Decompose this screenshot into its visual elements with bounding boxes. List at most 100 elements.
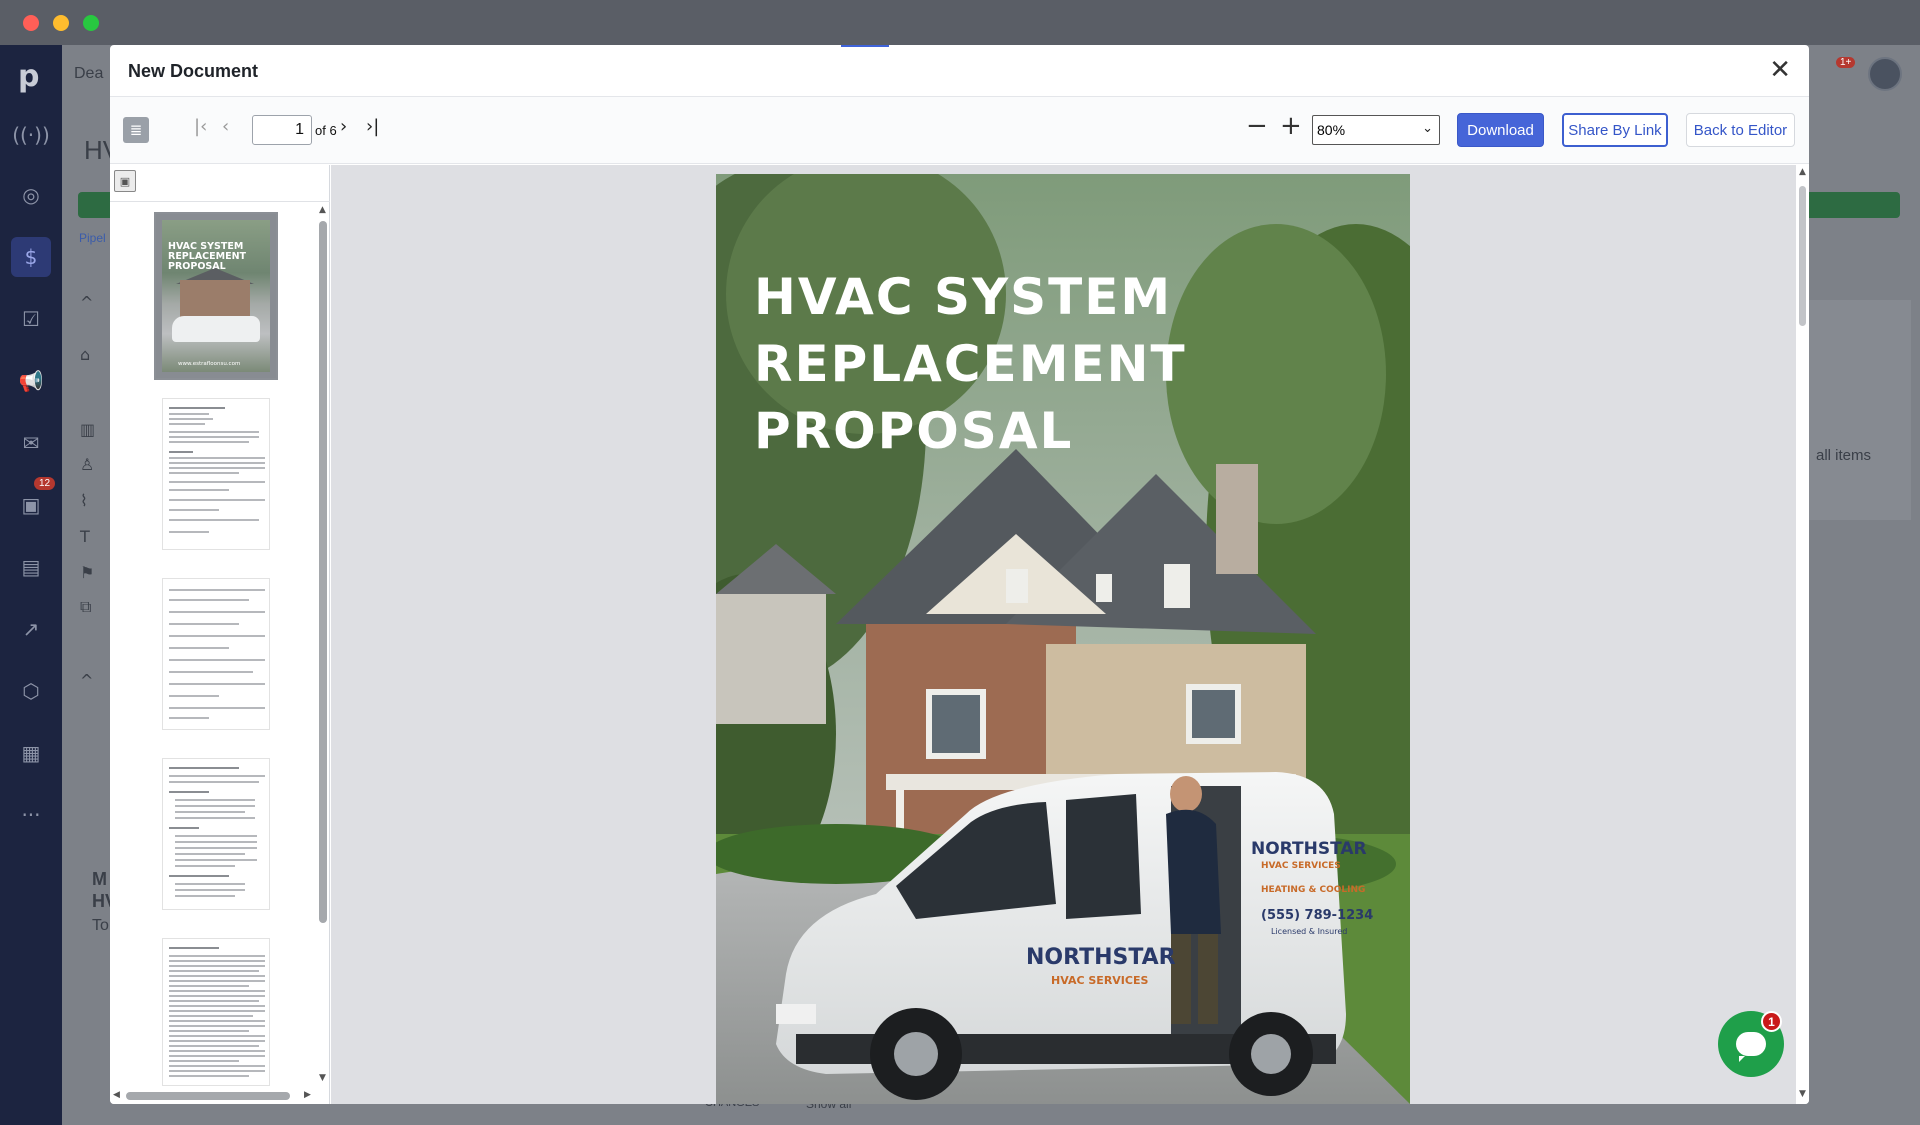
thumbnail-page-1[interactable]: HVAC SYSTEM REPLACEMENT PROPOSAL www.est… bbox=[154, 212, 278, 380]
thumb-line bbox=[169, 775, 265, 777]
window-close-button[interactable] bbox=[23, 15, 39, 31]
thumb-line bbox=[175, 817, 255, 819]
scroll-up-arrow-icon[interactable]: ▲ bbox=[319, 205, 326, 215]
window-maximize-button[interactable] bbox=[83, 15, 99, 31]
zoom-in-icon[interactable]: + bbox=[1280, 111, 1302, 141]
products-icon[interactable]: ⬡ bbox=[11, 671, 51, 711]
more-icon[interactable]: ··· bbox=[11, 795, 51, 835]
thumb-line bbox=[169, 965, 265, 967]
thumb-line bbox=[169, 659, 265, 661]
thumb-line bbox=[169, 1045, 259, 1047]
viewer-scroll-thumb[interactable] bbox=[1799, 186, 1806, 326]
avatar[interactable] bbox=[1868, 57, 1902, 91]
thumb-line bbox=[169, 1010, 265, 1012]
thumb-line bbox=[169, 413, 209, 415]
thumbnail-page-5[interactable] bbox=[162, 938, 270, 1086]
thumb-line bbox=[169, 589, 265, 591]
scroll-left-arrow-icon[interactable]: ◀ bbox=[113, 1090, 120, 1100]
thumb-line bbox=[169, 827, 199, 829]
chat-bubble-icon bbox=[1736, 1032, 1766, 1062]
thumb-line bbox=[169, 599, 249, 601]
thumbnail-sidebar: ▣ HVAC SYSTEM REPLACEMENT PROPOSAL www.e… bbox=[110, 165, 330, 1104]
header-accent-line bbox=[841, 45, 889, 47]
zoom-select[interactable]: 80% ⌄ bbox=[1312, 115, 1440, 145]
share-by-link-button[interactable]: Share By Link bbox=[1562, 113, 1668, 147]
previous-page-icon[interactable]: ‹ bbox=[222, 116, 229, 137]
thumb-line bbox=[175, 895, 235, 897]
close-icon[interactable]: ✕ bbox=[1769, 57, 1791, 83]
document-viewer[interactable]: NORTHSTAR HVAC SERVICES NORTHSTAR HVAC S… bbox=[331, 165, 1809, 1104]
mail-icon[interactable]: ✉ bbox=[11, 423, 51, 463]
app-logo[interactable]: p bbox=[18, 59, 44, 94]
thumb-line bbox=[169, 462, 265, 464]
van-brand-name-2: NORTHSTAR bbox=[1251, 839, 1367, 859]
thumb-line bbox=[169, 707, 265, 709]
zoom-out-icon[interactable]: − bbox=[1246, 111, 1268, 141]
bg-title-partial: Dea bbox=[74, 65, 104, 82]
toggle-sidebar-icon[interactable]: ≣ bbox=[123, 117, 149, 143]
thumb-line bbox=[175, 865, 235, 867]
thumbnail-sidebar-header: ▣ bbox=[110, 165, 330, 202]
thumb-line bbox=[169, 1020, 265, 1022]
thumb-line bbox=[169, 1065, 265, 1067]
window-minimize-button[interactable] bbox=[53, 15, 69, 31]
calendar-badge: 12 bbox=[34, 477, 56, 490]
van-brand-sub: HVAC SERVICES bbox=[1051, 974, 1148, 987]
first-page-icon[interactable]: |‹ bbox=[194, 116, 207, 137]
thumb-line bbox=[169, 985, 249, 987]
page-number-input[interactable] bbox=[252, 115, 312, 145]
thumbnail-horizontal-scrollbar[interactable]: ◀ ▶ bbox=[110, 1087, 318, 1104]
thumb-line bbox=[169, 1055, 265, 1057]
insights-icon[interactable]: ↗ bbox=[11, 609, 51, 649]
thumb-line bbox=[169, 980, 265, 982]
viewer-scroll-down-icon[interactable]: ▼ bbox=[1799, 1089, 1806, 1099]
tag-icon: ⌇ bbox=[80, 491, 88, 510]
contacts-icon[interactable]: ▤ bbox=[11, 547, 51, 587]
viewer-scroll-up-icon[interactable]: ▲ bbox=[1799, 167, 1806, 177]
thumb-line bbox=[169, 1000, 259, 1002]
tasks-icon[interactable]: ☑ bbox=[11, 299, 51, 339]
thumb-line bbox=[169, 472, 239, 474]
thumbnail-page-4[interactable] bbox=[162, 758, 270, 910]
cover-photo: NORTHSTAR HVAC SERVICES NORTHSTAR HVAC S… bbox=[716, 174, 1410, 1104]
thumb-line bbox=[175, 853, 245, 855]
thumb-line bbox=[169, 695, 219, 697]
thumb-line bbox=[169, 767, 239, 769]
scroll-down-arrow-icon[interactable]: ▼ bbox=[319, 1073, 326, 1083]
deals-icon[interactable]: $ bbox=[11, 237, 51, 277]
document-preview-modal: New Document ✕ ≣ |‹ ‹ of 6 › ›| − + 80% … bbox=[110, 45, 1809, 1104]
thumbnail-page-3[interactable] bbox=[162, 578, 270, 730]
next-page-icon[interactable]: › bbox=[340, 116, 347, 137]
thumbnail-scroll-thumb[interactable] bbox=[319, 221, 327, 923]
bg-all-items: all items bbox=[1816, 447, 1872, 464]
thumb-line bbox=[169, 955, 265, 957]
back-to-editor-button[interactable]: Back to Editor bbox=[1686, 113, 1795, 147]
thumb-line bbox=[169, 947, 219, 949]
thumb-line bbox=[175, 883, 245, 885]
modal-title: New Document bbox=[128, 61, 259, 81]
calendar-icon[interactable]: ▣ bbox=[11, 485, 51, 525]
thumb-line bbox=[169, 467, 265, 469]
viewer-vertical-scrollbar[interactable]: ▲ ▼ bbox=[1796, 165, 1809, 1104]
thumb-line bbox=[169, 647, 229, 649]
campaigns-icon[interactable]: 📢 bbox=[11, 361, 51, 401]
target-icon[interactable]: ◎ bbox=[11, 175, 51, 215]
last-page-icon[interactable]: ›| bbox=[366, 116, 379, 137]
thumbnail-hscroll-thumb[interactable] bbox=[126, 1092, 290, 1100]
thumb-line bbox=[169, 671, 253, 673]
download-button[interactable]: Download bbox=[1457, 113, 1544, 147]
van-tagline: HEATING & COOLING bbox=[1261, 885, 1365, 895]
thumb-line bbox=[169, 635, 265, 637]
thumb-line bbox=[169, 489, 229, 491]
thumbnails-view-icon[interactable]: ▣ bbox=[114, 170, 136, 192]
scroll-right-arrow-icon[interactable]: ▶ bbox=[304, 1090, 311, 1100]
marketplace-icon[interactable]: ▦ bbox=[11, 733, 51, 773]
thumb-line bbox=[169, 995, 265, 997]
radio-icon[interactable]: ((·)) bbox=[11, 115, 51, 155]
thumb-line bbox=[169, 519, 259, 521]
thumb-line bbox=[169, 611, 265, 613]
thumb-line bbox=[169, 623, 239, 625]
thumbnail-page-2[interactable] bbox=[162, 398, 270, 550]
thumbnail-vertical-scrollbar[interactable]: ▲ ▼ bbox=[318, 203, 328, 1087]
thumb-line bbox=[175, 811, 245, 813]
